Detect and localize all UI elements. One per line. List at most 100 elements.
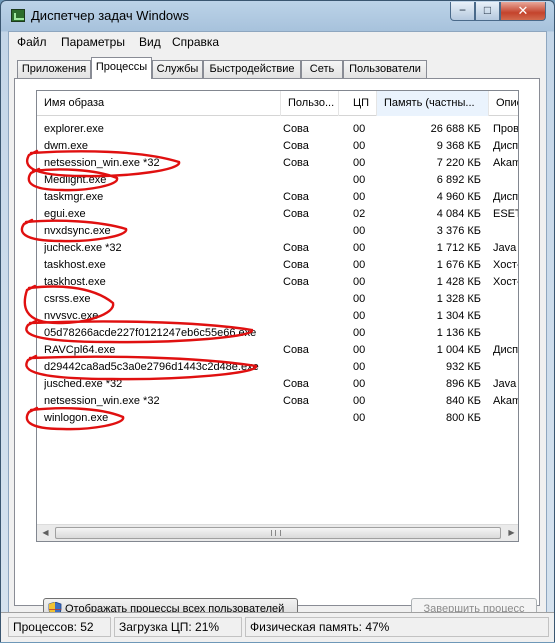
process-memory: 1 712 КБ	[436, 242, 481, 254]
process-name: d29442ca8ad5c3a0e2796d1443c2d48e.exe	[44, 361, 259, 373]
table-row[interactable]: netsession_win.exe *32Сова007 220 КБAkam…	[37, 155, 518, 172]
tab-services[interactable]: Службы	[152, 60, 203, 78]
horizontal-scrollbar[interactable]: ◀ ▶	[37, 524, 518, 541]
scroll-left-arrow-icon[interactable]: ◀	[37, 525, 54, 541]
table-row[interactable]: nvxdsync.exe 00 3 376 КБ	[37, 223, 518, 240]
process-memory: 7 220 КБ	[436, 157, 481, 169]
table-row[interactable]: dwm.exeСова009 368 КБДиспет	[37, 138, 518, 155]
process-user	[283, 172, 348, 189]
table-row[interactable]: taskhost.exeСова001 676 КБХост-пр	[37, 257, 518, 274]
table-row[interactable]: taskmgr.exeСова004 960 КБДиспет	[37, 189, 519, 206]
process-description	[493, 291, 518, 308]
process-name: taskmgr.exe	[44, 191, 104, 203]
process-description: Хост-пр	[493, 276, 518, 288]
process-description: ESET GI	[493, 208, 519, 220]
process-description	[493, 223, 518, 240]
process-user	[283, 410, 348, 427]
column-image-name[interactable]: Имя образа	[37, 91, 281, 116]
tab-users[interactable]: Пользователи	[343, 60, 427, 78]
status-physical-memory: Физическая память: 47%	[245, 617, 549, 637]
process-memory: 4 960 КБ	[436, 191, 481, 203]
process-description	[493, 325, 518, 342]
table-row[interactable]: jucheck.exe *32Сова001 712 КБJava Up	[37, 240, 518, 257]
table-row[interactable]: 05d78266acde227f0121247eb6c55e66.exe 00 1 …	[37, 325, 518, 342]
table-row[interactable]: winlogon.exe 00 800 КБ	[37, 410, 518, 427]
process-description	[493, 410, 518, 427]
process-name: Medlight.exe	[44, 174, 107, 186]
process-description: Диспет	[493, 191, 519, 203]
process-name: RAVCpl64.exe	[44, 344, 116, 356]
menu-bar: Файл Параметры Вид Справка	[9, 32, 546, 52]
maximize-button[interactable]: □	[475, 2, 500, 21]
status-process-count: Процессов: 52	[8, 617, 111, 637]
table-row[interactable]: egui.exeСова024 084 КБESET GI	[37, 206, 519, 223]
process-name: egui.exe	[44, 208, 86, 220]
table-row[interactable]: d29442ca8ad5c3a0e2796d1443c2d48e.exe 00 93…	[37, 359, 518, 376]
process-name: netsession_win.exe *32	[44, 395, 160, 407]
process-memory: 840 КБ	[445, 395, 481, 407]
process-name: nvvsvc.exe	[44, 310, 99, 322]
tab-network[interactable]: Сеть	[301, 60, 343, 78]
table-row[interactable]: RAVCpl64.exeСова001 004 КБДиспет	[37, 342, 519, 359]
task-manager-window: Диспетчер задач Windows − □ ✕ Файл Парам…	[0, 0, 555, 642]
process-memory: 1 328 КБ	[436, 293, 481, 305]
table-row[interactable]: jusched.exe *32Сова00896 КБJava Up	[37, 376, 518, 393]
process-memory: 932 КБ	[445, 361, 481, 373]
process-user	[283, 223, 348, 240]
table-row[interactable]: netsession_win.exe *32Сова00840 КБAkamai	[37, 393, 518, 410]
status-cpu-usage: Загрузка ЦП: 21%	[114, 617, 242, 637]
process-name: jucheck.exe *32	[44, 242, 122, 254]
column-description[interactable]: Описан	[489, 91, 518, 116]
process-description	[493, 172, 518, 189]
process-name: explorer.exe	[44, 123, 104, 135]
menu-options[interactable]: Параметры	[61, 35, 125, 49]
process-user: Сова	[283, 123, 309, 135]
process-description	[493, 359, 518, 376]
column-header-row: Имя образа Пользо... ЦП Память (частны..…	[37, 91, 518, 116]
process-memory: 1 004 КБ	[436, 344, 481, 356]
table-row[interactable]: taskhost.exeСова001 428 КБХост-пр	[37, 274, 518, 291]
process-name: jusched.exe *32	[44, 378, 123, 390]
process-description: Akamai	[493, 157, 518, 169]
column-user[interactable]: Пользо...	[281, 91, 339, 116]
column-cpu[interactable]: ЦП	[339, 91, 377, 116]
process-memory: 1 304 КБ	[436, 310, 481, 322]
table-row[interactable]: csrss.exe 00 1 328 КБ	[37, 291, 518, 308]
table-row[interactable]: Medlight.exe 00 6 892 КБ	[37, 172, 518, 189]
process-description	[493, 308, 518, 325]
process-name: dwm.exe	[44, 140, 89, 152]
process-user: Сова	[283, 378, 309, 390]
process-user	[283, 291, 348, 308]
process-memory: 4 084 КБ	[436, 208, 481, 220]
process-name: 05d78266acde227f0121247eb6c55e66.exe	[44, 327, 257, 339]
process-description: Диспет	[493, 344, 519, 356]
process-user: Сова	[283, 157, 309, 169]
menu-help[interactable]: Справка	[172, 35, 219, 49]
minimize-button[interactable]: −	[450, 2, 475, 21]
tab-performance[interactable]: Быстродействие	[203, 60, 301, 78]
process-user: Сова	[283, 276, 309, 288]
process-list[interactable]: Имя образа Пользо... ЦП Память (частны..…	[36, 90, 519, 542]
process-rows: explorer.exeСова0026 688 КБПроводdwm.exe…	[37, 121, 519, 427]
menu-view[interactable]: Вид	[139, 35, 161, 49]
column-memory[interactable]: Память (частны...	[377, 91, 489, 116]
tab-processes[interactable]: Процессы	[91, 57, 152, 79]
process-user	[283, 325, 348, 342]
tab-applications[interactable]: Приложения	[17, 60, 91, 78]
process-name: nvxdsync.exe	[44, 225, 111, 237]
scrollbar-thumb[interactable]	[55, 527, 501, 539]
process-user: Сова	[283, 242, 309, 254]
process-memory: 1 136 КБ	[436, 327, 481, 339]
scroll-right-arrow-icon[interactable]: ▶	[503, 525, 518, 541]
process-description: Akamai	[493, 395, 518, 407]
close-button[interactable]: ✕	[500, 2, 546, 21]
process-description: Java Up	[493, 242, 518, 254]
title-bar[interactable]: Диспетчер задач Windows − □ ✕	[1, 1, 554, 31]
process-user	[283, 308, 348, 325]
process-memory: 6 892 КБ	[436, 174, 481, 186]
process-memory: 896 КБ	[445, 378, 481, 390]
table-row[interactable]: explorer.exeСова0026 688 КБПровод	[37, 121, 518, 138]
menu-file[interactable]: Файл	[17, 35, 47, 49]
process-name: netsession_win.exe *32	[44, 157, 160, 169]
table-row[interactable]: nvvsvc.exe 00 1 304 КБ	[37, 308, 518, 325]
